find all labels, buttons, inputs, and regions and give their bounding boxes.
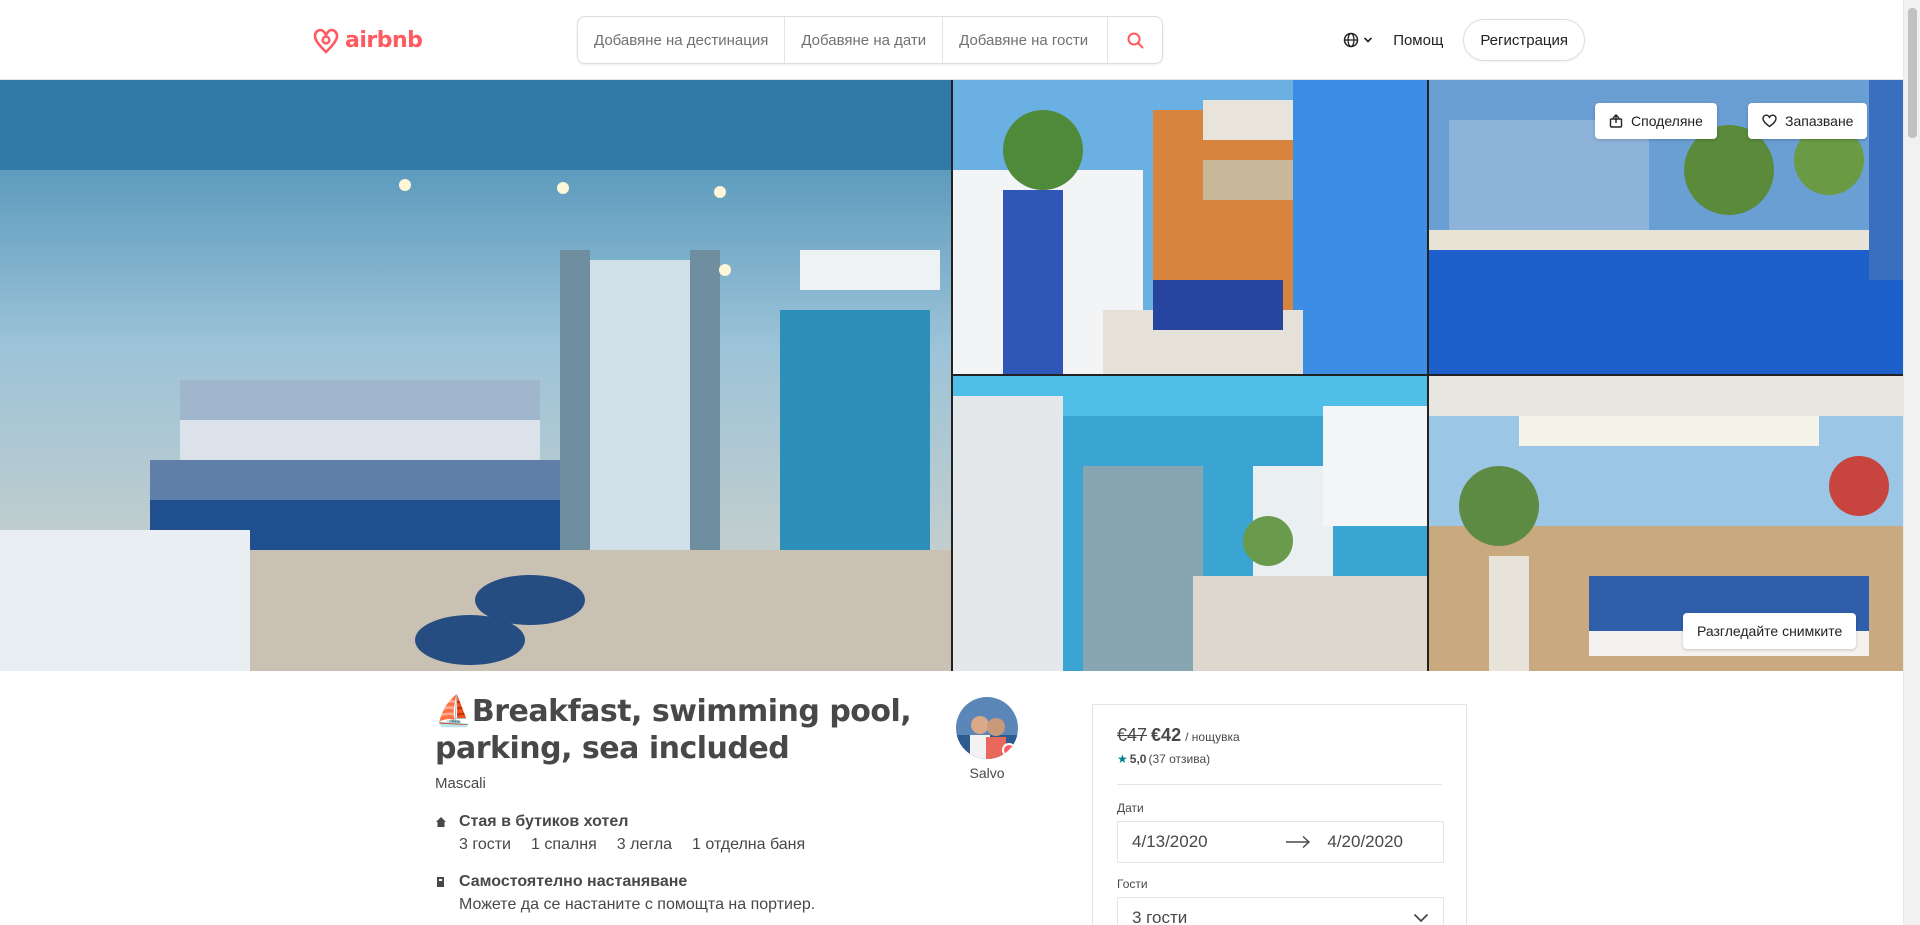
review-count: (37 отзива): [1148, 752, 1211, 766]
destination-field[interactable]: Добавяне на дестинация: [578, 17, 786, 63]
chevron-down-icon: [1413, 913, 1429, 923]
airbnb-logo-icon: [313, 28, 339, 54]
home-icon: [436, 817, 446, 827]
dates-field[interactable]: Добавяне на дати: [785, 17, 944, 63]
listing-heading: ⛵Breakfast, swimming pool, parking, sea …: [435, 693, 915, 792]
checkin-description: Можете да се настаните с помощта на порт…: [459, 896, 816, 913]
page-scrollbar[interactable]: [1903, 0, 1920, 925]
old-price: €47: [1117, 725, 1148, 745]
scrollbar-thumb[interactable]: [1908, 8, 1917, 138]
check-in-date[interactable]: 4/13/2020: [1132, 832, 1208, 852]
top-header: airbnb Добавяне на дестинация Добавяне н…: [0, 0, 1903, 80]
star-icon: ★: [1117, 752, 1128, 766]
photo-gallery: Споделяне Запазване Разгледайте снимките: [0, 80, 1903, 671]
booking-card: €47 €42 / нощувка ★ 5,0 (37 отзива) Дати…: [1092, 704, 1467, 925]
dates-label: Дати: [1117, 801, 1144, 815]
show-photos-button[interactable]: Разгледайте снимките: [1683, 613, 1857, 649]
avatar: [956, 697, 1018, 759]
share-label: Споделяне: [1631, 113, 1703, 129]
airbnb-logo[interactable]: airbnb: [311, 24, 423, 56]
key-icon: [437, 877, 444, 887]
listing-title: ⛵Breakfast, swimming pool, parking, sea …: [435, 693, 915, 767]
save-button[interactable]: Запазване: [1748, 103, 1868, 139]
room-details: 3 гости 1 спалня 3 легла 1 отделна баня: [459, 836, 915, 854]
room-type-feature: Стая в бутиков хотел 3 гости 1 спалня 3 …: [435, 813, 915, 854]
photo-patio[interactable]: [953, 80, 1427, 374]
rating-score: 5,0: [1129, 752, 1147, 766]
guests-value: 3 гости: [1132, 908, 1188, 925]
sailboat-emoji: ⛵: [435, 694, 472, 729]
arrow-right-icon: [1285, 835, 1311, 849]
bed-count: 3 легла: [616, 836, 673, 853]
search-bar: Добавяне на дестинация Добавяне на дати …: [577, 16, 1163, 64]
divider: [1117, 784, 1442, 785]
self-checkin-feature: Самостоятелно настаняване Можете да се н…: [435, 873, 915, 914]
globe-icon: [1343, 32, 1359, 48]
bath-count: 1 отделна баня: [692, 836, 806, 853]
photo-bedroom[interactable]: [0, 80, 951, 671]
search-button[interactable]: [1108, 17, 1162, 63]
help-link[interactable]: Помощ: [1393, 32, 1443, 49]
logo-text: airbnb: [345, 27, 423, 53]
guests-label: Гости: [1117, 877, 1148, 891]
check-out-date[interactable]: 4/20/2020: [1327, 832, 1403, 852]
save-label: Запазване: [1785, 113, 1854, 129]
header-actions: Помощ Регистрация: [1343, 19, 1585, 61]
photo-bathroom[interactable]: [953, 376, 1427, 671]
bedroom-count: 1 спалня: [531, 836, 597, 853]
listing-location[interactable]: Mascali: [435, 775, 915, 792]
share-button[interactable]: Споделяне: [1595, 103, 1717, 139]
listing-title-text: Breakfast, swimming pool, parking, sea i…: [435, 694, 912, 766]
guests-field[interactable]: Добавяне на гости: [943, 17, 1109, 63]
guest-count: 3 гости: [459, 836, 511, 853]
per-night-label: / нощувка: [1185, 730, 1240, 744]
nightly-price: €42: [1151, 725, 1182, 745]
share-icon: [1609, 114, 1623, 128]
signup-button[interactable]: Регистрация: [1463, 19, 1585, 61]
date-range-picker[interactable]: 4/13/2020 4/20/2020: [1117, 821, 1444, 863]
chevron-down-icon: [1364, 37, 1373, 43]
search-icon: [1127, 32, 1144, 48]
heart-icon: [1762, 114, 1777, 128]
host-profile[interactable]: Salvo: [956, 697, 1018, 781]
guests-select[interactable]: 3 гости: [1117, 897, 1444, 925]
price-line: €47 €42 / нощувка: [1117, 725, 1442, 746]
room-type: Стая в бутиков хотел: [459, 813, 629, 830]
checkin-title: Самостоятелно настаняване: [459, 873, 688, 890]
language-selector[interactable]: [1343, 32, 1373, 48]
host-name: Salvo: [969, 765, 1005, 781]
listing-page: airbnb Добавяне на дестинация Добавяне н…: [0, 0, 1920, 925]
rating-summary[interactable]: ★ 5,0 (37 отзива): [1117, 752, 1442, 766]
